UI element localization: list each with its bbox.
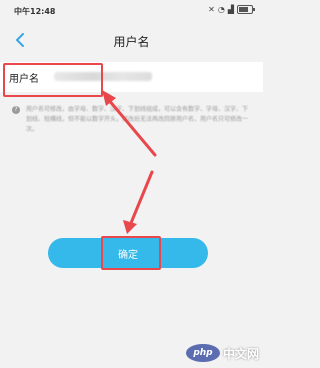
confirm-highlight-box — [101, 236, 161, 270]
username-highlight-box — [3, 63, 103, 97]
status-icons: ✕ ◔ ▟ — [208, 5, 255, 14]
status-bar: 中午12:48 ✕ ◔ ▟ — [0, 0, 263, 20]
page-title: 用户名 — [113, 35, 150, 49]
watermark-text: 中文网 — [222, 346, 259, 361]
status-time: 中午12:48 — [14, 7, 56, 16]
battery-icon — [237, 5, 255, 14]
nav-bar: 用户名 — [0, 28, 263, 54]
help-icon: ? — [12, 106, 20, 114]
annotation-arrows — [102, 90, 157, 234]
php-logo: php — [185, 344, 220, 362]
mute-icon: ✕ — [208, 5, 215, 14]
wifi-icon: ◔ — [217, 5, 225, 14]
arrow-to-confirm — [123, 170, 154, 234]
signal-icon: ▟ — [227, 5, 234, 14]
hint-text: 用户名可修改，由字母、数字、汉字、下划线组成，可以含有数字、字母、汉字、下划线、… — [26, 106, 249, 133]
watermark: php 中文网 — [185, 344, 259, 362]
